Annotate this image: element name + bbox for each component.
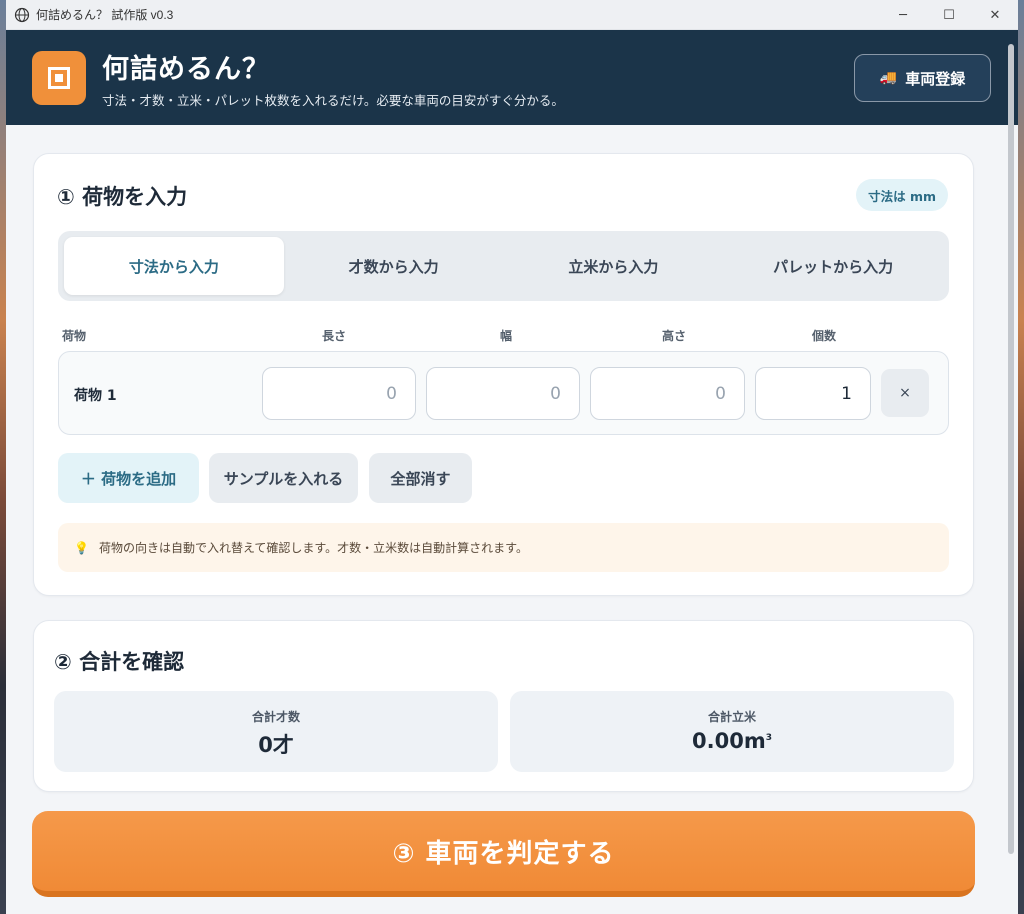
app-header: 何詰めるん？ 寸法・才数・立米・パレット枚数を入れるだけ。必要な車両の目安がすぐ… <box>6 30 1018 125</box>
judge-vehicle-button[interactable]: ③ 車両を判定する <box>32 811 975 897</box>
tip-text: 荷物の向きは自動で入れ替えて確認します。才数・立米数は自動計算されます。 <box>98 541 528 555</box>
total-m3-label: 合計立米 <box>707 710 756 724</box>
cargo-name: 荷物 1 <box>74 388 117 404</box>
col-item: 荷物 <box>62 329 87 343</box>
vehicle-register-button[interactable]: 🚚 車両登録 <box>854 54 991 102</box>
total-m3-box: 合計立米 0.00m3 <box>510 691 954 772</box>
app-subtitle: 寸法・才数・立米・パレット枚数を入れるだけ。必要な車両の目安がすぐ分かる。 <box>102 92 564 108</box>
minimize-button[interactable]: ─ <box>880 0 926 30</box>
total-sai-box: 合計才数 0才 <box>54 691 498 772</box>
tip-box: 💡 荷物の向きは自動で入れ替えて確認します。才数・立米数は自動計算されます。 <box>58 523 949 572</box>
app-logo <box>32 50 86 105</box>
app-title: 何詰めるん？ <box>102 53 270 85</box>
column-headers: 荷物 長さ 幅 高さ 個数 <box>62 327 952 343</box>
close-button[interactable]: ✕ <box>972 0 1018 30</box>
sample-button[interactable]: サンプルを入れる <box>209 453 358 503</box>
totals-card: ② 合計を確認 合計才数 0才 合計立米 0.00m3 <box>33 620 974 792</box>
height-input[interactable]: 0 <box>590 367 745 420</box>
window-title: 何詰めるん？ 試作版 v0.3 <box>36 8 174 22</box>
vehicle-register-label: 車両登録 <box>905 69 966 88</box>
col-height: 高さ <box>662 329 687 343</box>
col-width: 幅 <box>500 329 513 343</box>
col-length: 長さ <box>322 329 347 343</box>
unit-badge: 寸法は mm <box>856 179 948 211</box>
section-title-cargo: ① 荷物を入力 <box>57 185 188 209</box>
add-cargo-button[interactable]: ＋ 荷物を追加 <box>58 453 199 503</box>
truck-icon: 🚚 <box>879 70 898 86</box>
remove-row-button[interactable]: × <box>881 369 929 417</box>
section-title-totals: ② 合計を確認 <box>54 650 185 674</box>
lightbulb-icon: 💡 <box>74 540 89 555</box>
total-m3-unit-sup: 3 <box>765 733 772 743</box>
cargo-row: 荷物 1 0 0 0 1 × <box>58 351 949 435</box>
maximize-button[interactable]: ☐ <box>926 0 972 30</box>
cargo-input-card: ① 荷物を入力 寸法は mm 寸法から入力 才数から入力 立米から入力 パレット… <box>33 153 974 596</box>
width-input[interactable]: 0 <box>426 367 580 420</box>
total-m3-value: 0.00m <box>692 729 766 753</box>
main-content: ① 荷物を入力 寸法は mm 寸法から入力 才数から入力 立米から入力 パレット… <box>6 125 1002 914</box>
total-m3-value-wrap: 0.00m3 <box>510 729 954 753</box>
clear-all-button[interactable]: 全部消す <box>369 453 472 503</box>
tab-sai[interactable]: 才数から入力 <box>284 237 504 295</box>
input-mode-tabs: 寸法から入力 才数から入力 立米から入力 パレットから入力 <box>58 231 949 301</box>
vertical-scrollbar[interactable] <box>1008 44 1014 854</box>
col-qty: 個数 <box>812 329 837 343</box>
tab-cubic-meter[interactable]: 立米から入力 <box>504 237 724 295</box>
tab-dimensions[interactable]: 寸法から入力 <box>64 237 284 295</box>
total-sai-label: 合計才数 <box>251 710 300 724</box>
window-controls: ─ ☐ ✕ <box>880 0 1018 30</box>
tab-pallet[interactable]: パレットから入力 <box>723 237 943 295</box>
length-input[interactable]: 0 <box>262 367 416 420</box>
app-window: 何詰めるん？ 試作版 v0.3 ─ ☐ ✕ 何詰めるん？ 寸法・才数・立米・パレ… <box>6 0 1018 914</box>
quantity-input[interactable]: 1 <box>755 367 871 420</box>
total-sai-value: 0才 <box>258 733 294 757</box>
globe-icon <box>14 7 30 23</box>
title-bar: 何詰めるん？ 試作版 v0.3 ─ ☐ ✕ <box>6 0 1018 30</box>
